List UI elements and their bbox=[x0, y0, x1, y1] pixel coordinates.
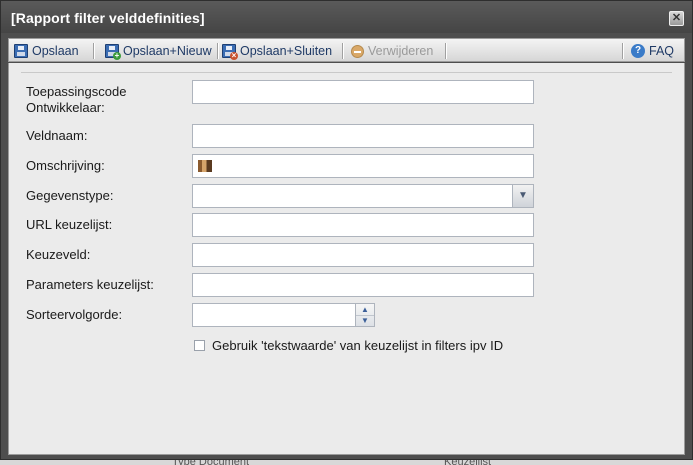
dropdown-button[interactable]: ▼ bbox=[512, 185, 533, 207]
url-keuzelijst-input[interactable] bbox=[192, 213, 534, 237]
delete-icon bbox=[351, 44, 364, 58]
save-new-button[interactable]: + Opslaan+Nieuw bbox=[105, 42, 212, 60]
keuzeveld-input[interactable] bbox=[192, 243, 534, 267]
toolbar-separator bbox=[445, 43, 447, 59]
label-keuzeveld: Keuzeveld: bbox=[26, 247, 91, 262]
save-button[interactable]: Opslaan bbox=[14, 42, 79, 60]
tekstwaarde-option: Gebruik 'tekstwaarde' van keuzelijst in … bbox=[194, 338, 503, 353]
chevron-up-icon: ▲ bbox=[361, 305, 369, 314]
help-icon: ? bbox=[631, 44, 645, 58]
label-line: Ontwikkelaar: bbox=[26, 100, 105, 115]
save-button-label: Opslaan bbox=[32, 44, 79, 58]
divider bbox=[21, 72, 672, 73]
background-column-label: Type Document bbox=[172, 460, 249, 465]
toolbar: Opslaan + Opslaan+Nieuw × Opslaan+Sluite… bbox=[8, 38, 685, 62]
tekstwaarde-checkbox[interactable] bbox=[194, 340, 205, 351]
label-sorteervolgorde: Sorteervolgorde: bbox=[26, 307, 123, 322]
label-line: Toepassingscode bbox=[26, 84, 127, 99]
dialog-title: [Rapport filter velddefinities] bbox=[11, 10, 205, 26]
toolbar-separator bbox=[622, 43, 624, 59]
faq-button[interactable]: ? FAQ bbox=[631, 42, 674, 60]
delete-button[interactable]: Verwijderen bbox=[351, 42, 433, 60]
save-new-icon: + bbox=[105, 44, 121, 60]
toolbar-separator bbox=[217, 43, 219, 59]
sorteervolgorde-spinner: ▲ ▼ bbox=[355, 303, 375, 327]
form-panel: Toepassingscode Ontwikkelaar: Veldnaam: … bbox=[8, 63, 685, 455]
label-omschrijving: Omschrijving: bbox=[26, 158, 105, 173]
toolbar-separator bbox=[342, 43, 344, 59]
sorteervolgorde-input[interactable] bbox=[192, 303, 356, 327]
gegevenstype-select[interactable]: ▼ bbox=[192, 184, 534, 208]
save-close-icon: × bbox=[222, 44, 238, 60]
close-icon: ✕ bbox=[671, 12, 682, 24]
delete-button-label: Verwijderen bbox=[368, 44, 434, 58]
chevron-down-icon: ▼ bbox=[361, 316, 369, 325]
spin-down-button[interactable]: ▼ bbox=[356, 315, 374, 326]
save-close-button-label: Opslaan+Sluiten bbox=[240, 44, 333, 58]
label-url-keuzelijst: URL keuzelijst: bbox=[26, 217, 113, 232]
label-toepassingscode: Toepassingscode Ontwikkelaar: bbox=[26, 84, 126, 116]
save-icon bbox=[14, 44, 28, 58]
tekstwaarde-checkbox-label: Gebruik 'tekstwaarde' van keuzelijst in … bbox=[212, 338, 504, 353]
faq-button-label: FAQ bbox=[649, 44, 675, 58]
toepassingscode-input[interactable] bbox=[192, 80, 534, 104]
close-button[interactable]: ✕ bbox=[669, 11, 684, 26]
toolbar-separator bbox=[93, 43, 95, 59]
title-bar[interactable]: [Rapport filter velddefinities] ✕ bbox=[1, 1, 692, 33]
dialog-window: [Rapport filter velddefinities] ✕ Opslaa… bbox=[0, 0, 693, 460]
label-veldnaam: Veldnaam: bbox=[26, 128, 88, 143]
text-cursor-widget-icon bbox=[198, 160, 212, 172]
label-parameters-keuzelijst: Parameters keuzelijst: bbox=[26, 277, 154, 292]
save-close-button[interactable]: × Opslaan+Sluiten bbox=[222, 42, 332, 60]
parameters-keuzelijst-input[interactable] bbox=[192, 273, 534, 297]
chevron-down-icon: ▼ bbox=[518, 190, 528, 201]
background-column-label: Keuzelijst bbox=[444, 460, 491, 465]
label-gegevenstype: Gegevenstype: bbox=[26, 188, 114, 203]
veldnaam-input[interactable] bbox=[192, 124, 534, 148]
omschrijving-input[interactable] bbox=[192, 154, 534, 178]
save-new-button-label: Opslaan+Nieuw bbox=[123, 44, 212, 58]
